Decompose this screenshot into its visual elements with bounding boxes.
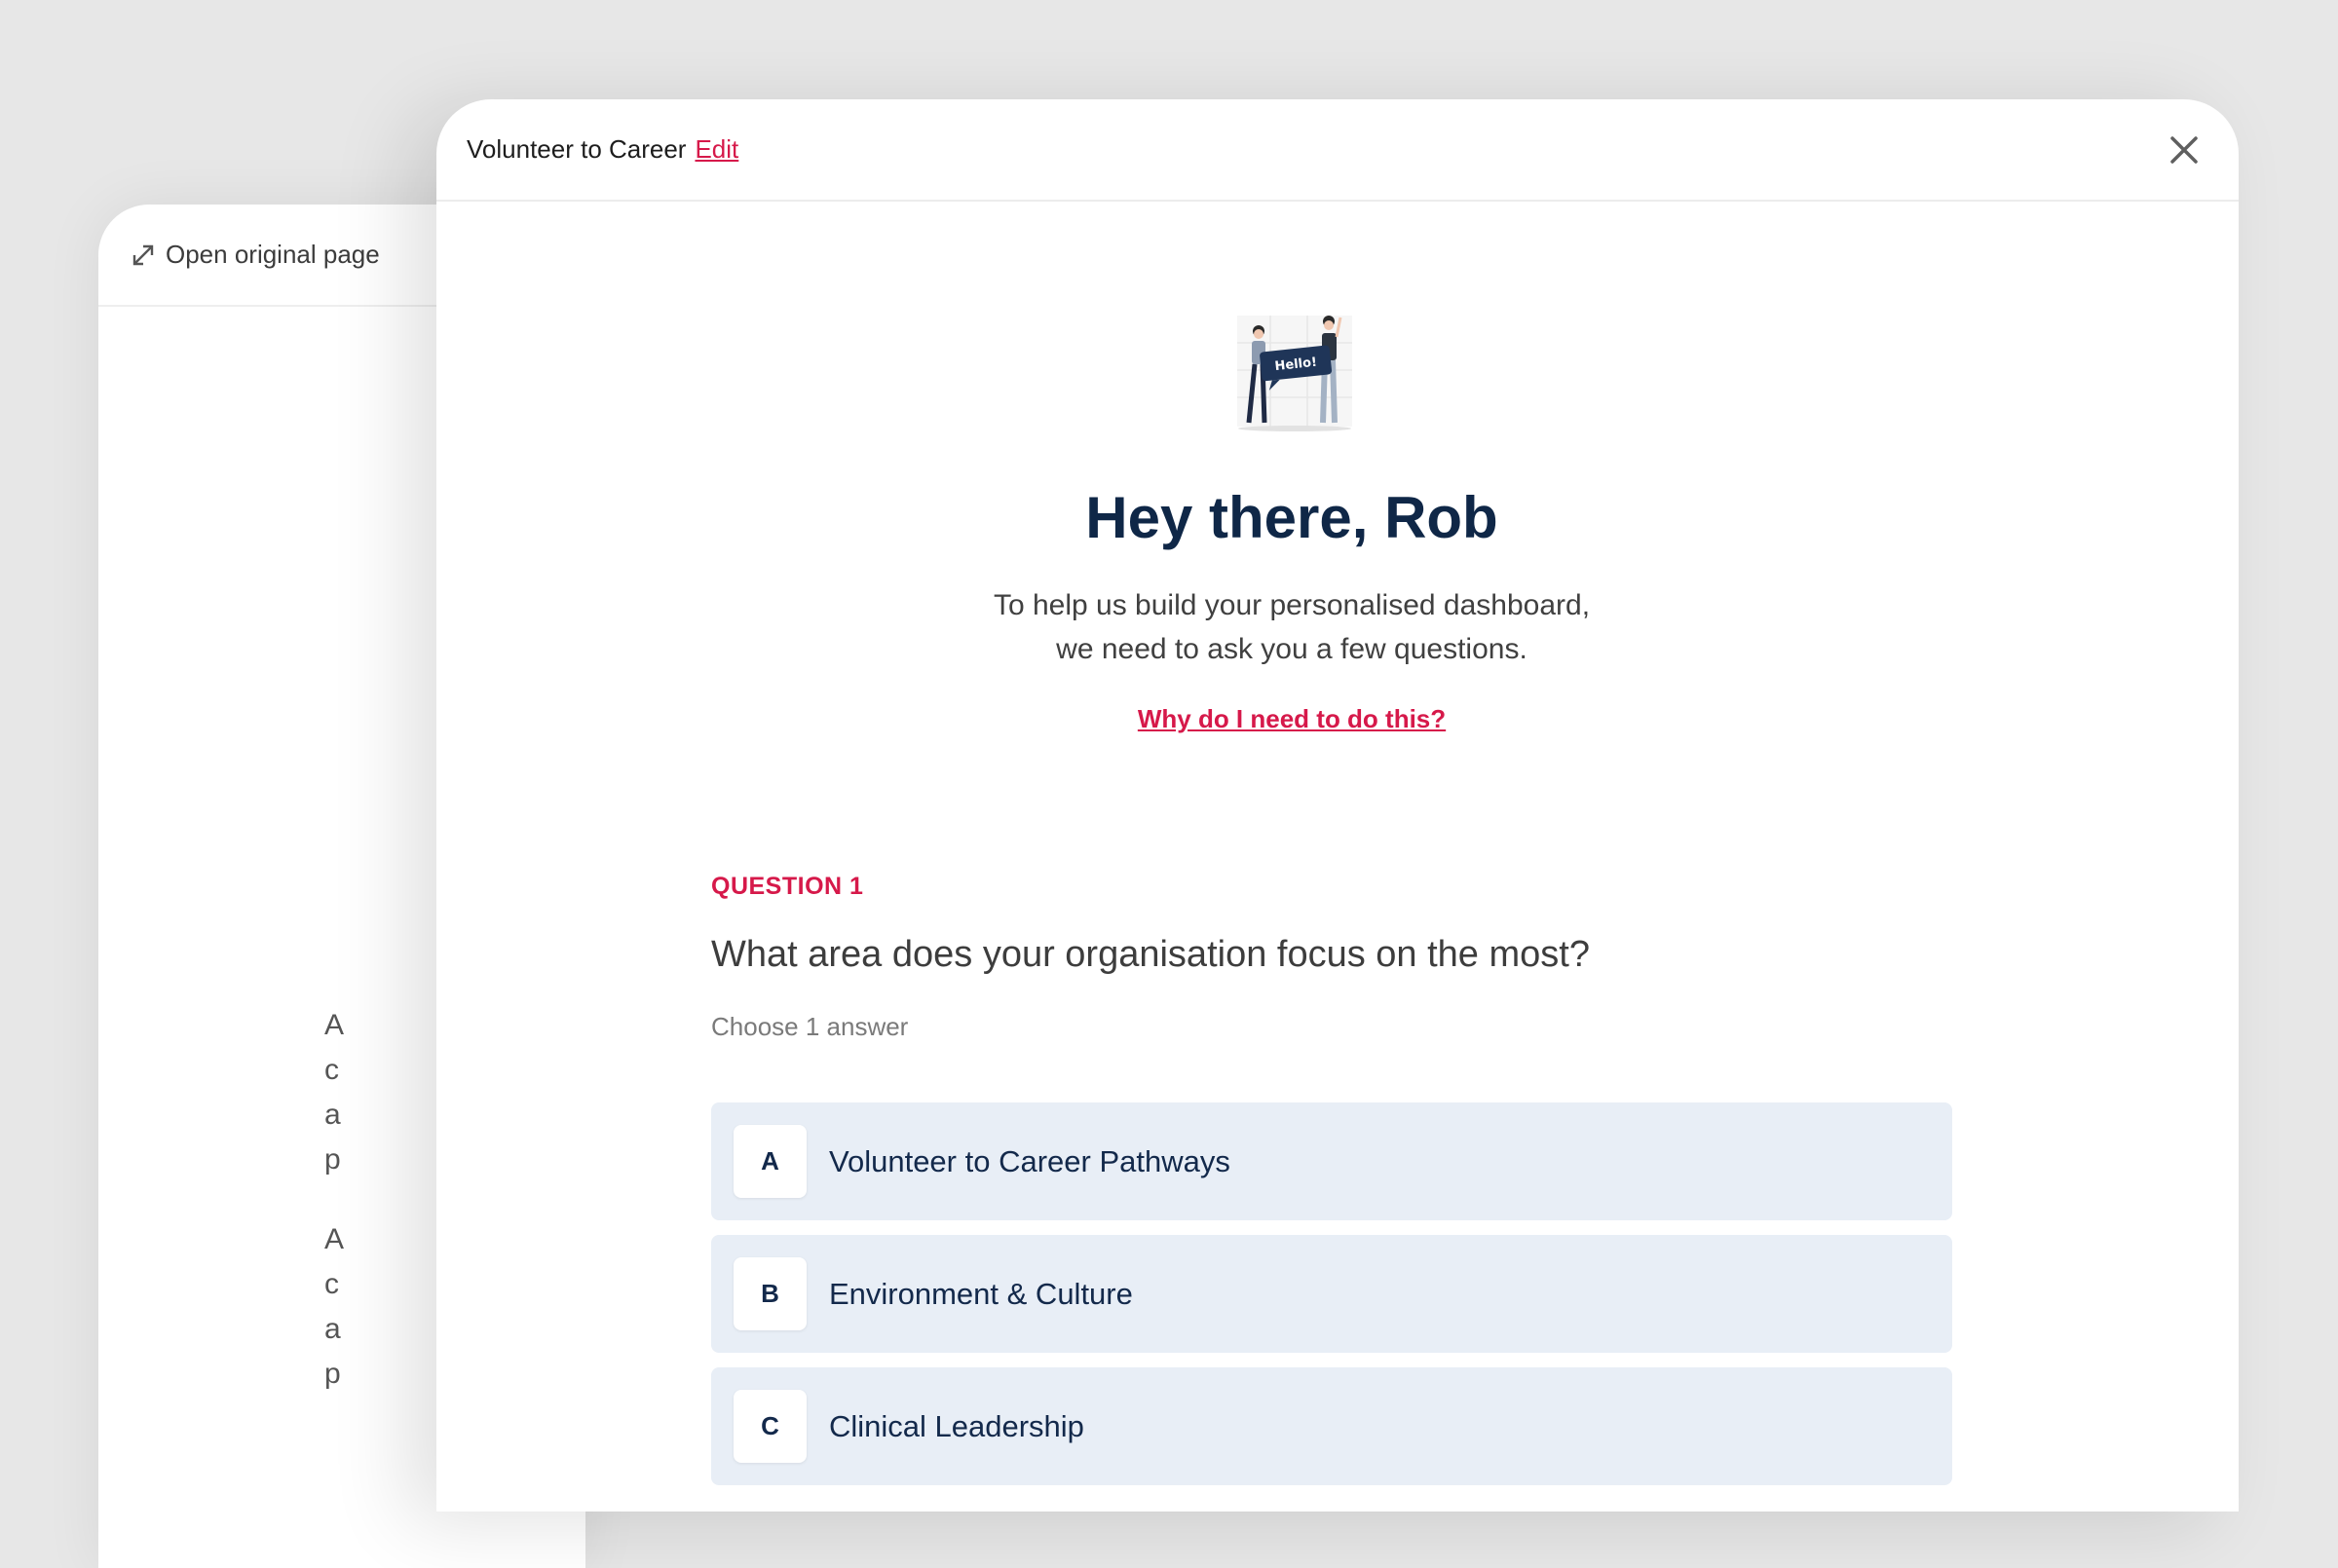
question-hint: Choose 1 answer — [711, 1012, 909, 1041]
background-page-text: A c a p A c a p — [324, 1003, 344, 1432]
expand-icon — [131, 243, 156, 268]
onboarding-modal: Volunteer to Career Edit Hello! Hey ther… — [436, 99, 2239, 1512]
answer-option-c[interactable]: C Clinical Leadership — [711, 1367, 1952, 1485]
hello-illustration: Hello! — [1231, 314, 1358, 432]
why-do-i-need-link[interactable]: Why do I need to do this? — [1138, 704, 1446, 733]
close-button[interactable] — [2165, 131, 2204, 169]
option-label: Clinical Leadership — [829, 1408, 1084, 1443]
open-original-page-label: Open original page — [166, 240, 380, 269]
close-icon — [2170, 136, 2198, 164]
option-key: B — [734, 1257, 807, 1330]
modal-header: Volunteer to Career Edit — [436, 99, 2239, 202]
intro-text: To help us build your personalised dashb… — [436, 583, 2147, 671]
answer-options: A Volunteer to Career Pathways B Environ… — [711, 1102, 1952, 1500]
background-paragraph: A c a p — [324, 1009, 345, 1176]
option-label: Environment & Culture — [829, 1276, 1133, 1311]
option-label: Volunteer to Career Pathways — [829, 1143, 1230, 1178]
why-link-wrapper: Why do I need to do this? — [436, 704, 2147, 734]
edit-title-link[interactable]: Edit — [695, 134, 738, 165]
greeting-heading: Hey there, Rob — [1085, 485, 1498, 550]
intro-line-1: To help us build your personalised dashb… — [993, 589, 1591, 621]
intro-line-2: we need to ask you a few questions. — [1056, 633, 1527, 665]
open-original-page-link[interactable]: Open original page — [131, 240, 380, 270]
option-key: A — [734, 1125, 807, 1198]
answer-option-b[interactable]: B Environment & Culture — [711, 1235, 1952, 1353]
option-key: C — [734, 1390, 807, 1463]
background-paragraph: A c a p — [324, 1223, 345, 1390]
modal-title: Volunteer to Career — [467, 134, 687, 164]
question-text: What area does your organisation focus o… — [711, 934, 1590, 975]
question-number: QUESTION 1 — [711, 873, 864, 900]
answer-option-a[interactable]: A Volunteer to Career Pathways — [711, 1102, 1952, 1220]
